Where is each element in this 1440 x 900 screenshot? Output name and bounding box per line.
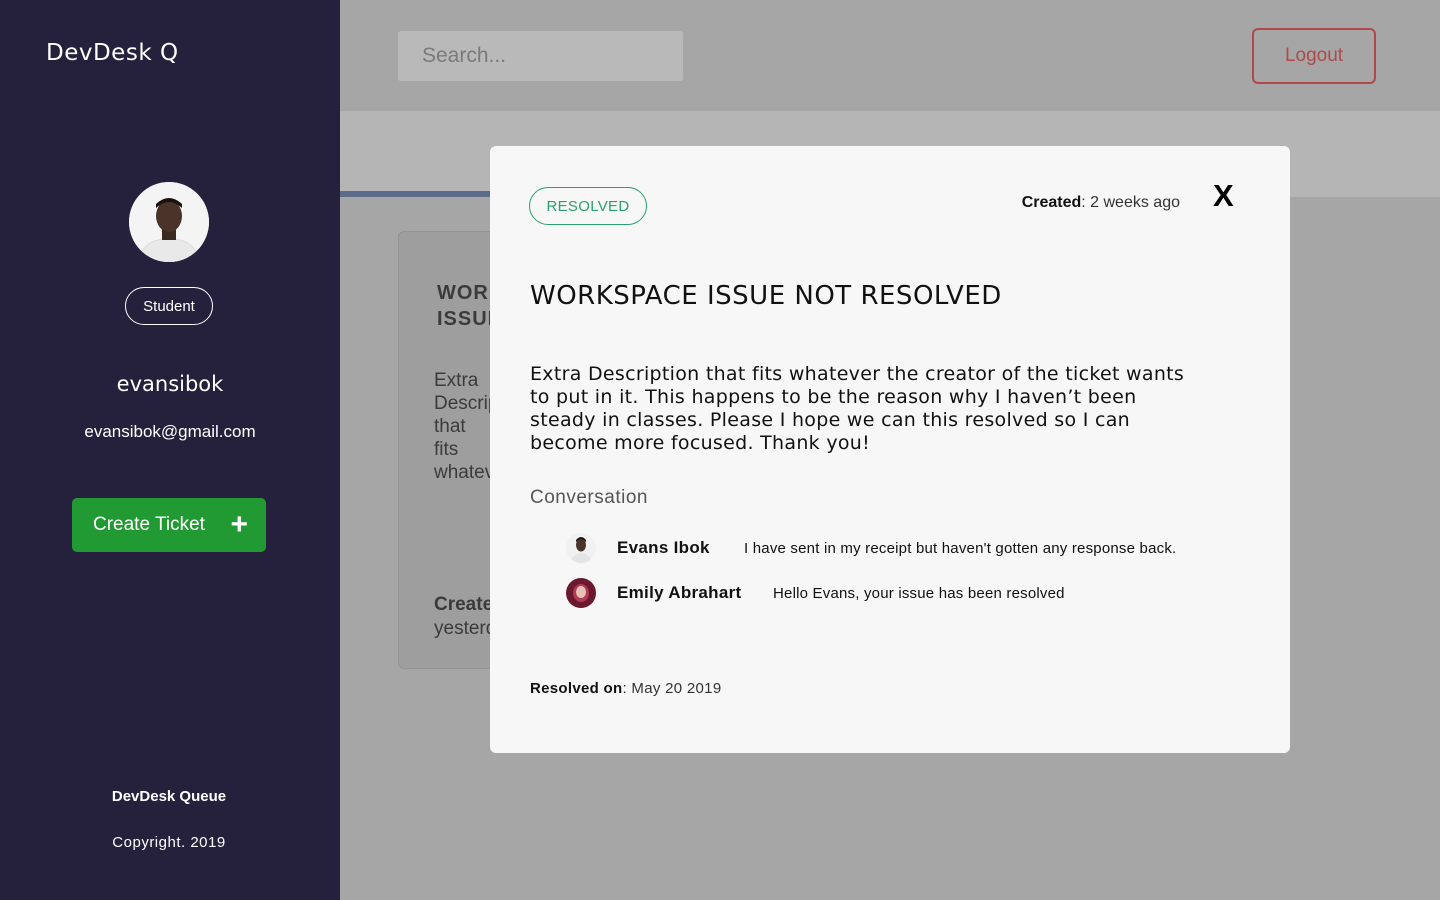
create-ticket-button[interactable]: Create Ticket + [72, 498, 266, 552]
close-icon[interactable]: X [1213, 176, 1234, 216]
message-author: Emily Abrahart [617, 583, 742, 602]
created-timestamp: Created: 2 weeks ago [1022, 194, 1180, 212]
ticket-title: WORKSPACE ISSUE NOT RESOLVED [530, 281, 1002, 311]
resolved-label: Resolved on [530, 680, 623, 697]
status-badge: RESOLVED [529, 187, 647, 225]
active-tab-indicator [340, 191, 500, 197]
message-author: Evans Ibok [617, 538, 710, 557]
ticket-description: Extra Description that fits whatever the… [530, 363, 1185, 454]
resolved-date: Resolved on: May 20 2019 [530, 680, 721, 697]
logout-button[interactable]: Logout [1252, 28, 1376, 84]
username: evansibok [116, 372, 224, 396]
create-ticket-label: Create Ticket [93, 514, 205, 535]
user-avatar [129, 182, 209, 262]
sidebar: DevDesk Q Student evansibok evansibok@gm… [0, 0, 340, 900]
message-text: I have sent in my receipt but haven't go… [744, 539, 1177, 557]
resolved-value: : May 20 2019 [622, 680, 722, 697]
created-label: Created [1021, 194, 1082, 211]
footer-copyright: Copyright. 2019 [112, 834, 226, 851]
created-value: : 2 weeks ago [1081, 194, 1180, 211]
role-badge: Student [125, 287, 213, 325]
ticket-detail-modal: RESOLVED Created: 2 weeks ago X WORKSPAC… [490, 146, 1290, 753]
ticket-card-description: Extra Description that fits whatever the… [434, 370, 494, 483]
avatar [566, 533, 596, 563]
search-input[interactable] [398, 31, 683, 81]
message-text: Hello Evans, your issue has been resolve… [773, 584, 1065, 602]
conversation-heading: Conversation [530, 487, 648, 508]
ticket-card-title: WORKSPACE ISSUE NOT RESOLVED [437, 282, 497, 330]
footer-title: DevDesk Queue [111, 788, 227, 805]
brand-logo[interactable]: DevDesk Q [46, 40, 179, 66]
avatar [566, 578, 596, 608]
user-email: evansibok@gmail.com [84, 422, 256, 441]
plus-icon: + [230, 508, 248, 541]
conversation-message: Evans Ibok I have sent in my receipt but… [566, 532, 1176, 564]
conversation-message: Emily Abrahart Hello Evans, your issue h… [566, 577, 1065, 609]
